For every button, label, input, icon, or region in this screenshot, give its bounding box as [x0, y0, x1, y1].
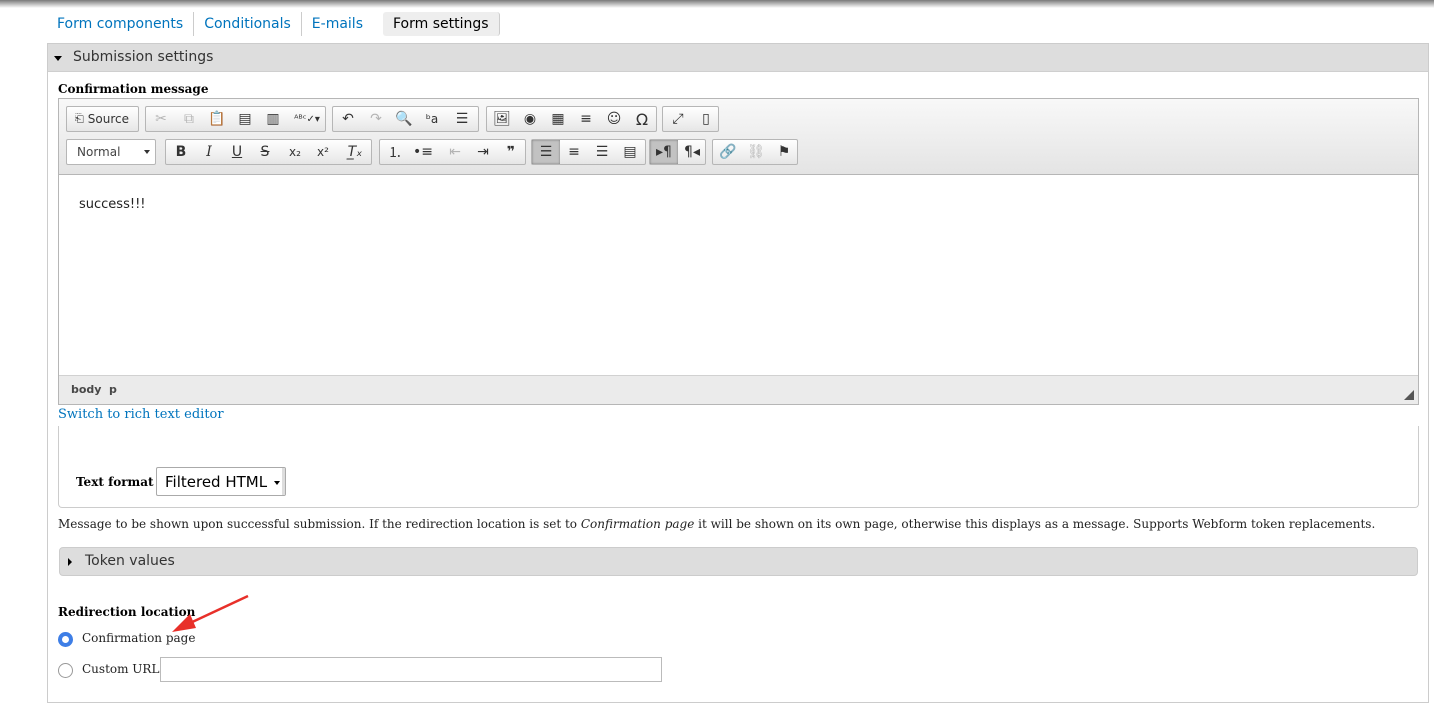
numbered-list-icon[interactable]: ⒈: [381, 140, 409, 164]
table-icon[interactable]: ▦: [544, 107, 572, 131]
toolbar-group-insert: 🖼 ◉ ▦ ≡ ☺ Ω: [486, 106, 657, 132]
underline-icon[interactable]: U: [223, 140, 251, 164]
format-combo-value: Normal: [77, 145, 121, 159]
link-icon[interactable]: 🔗: [714, 140, 742, 164]
format-combo[interactable]: Normal: [66, 139, 156, 165]
path-body[interactable]: body: [71, 383, 101, 396]
bulleted-list-icon[interactable]: •≡: [409, 140, 437, 164]
redirection-location-label: Redirection location: [58, 605, 196, 619]
text-format-value: Filtered HTML: [165, 473, 268, 491]
tab-form-components[interactable]: Form components: [47, 12, 195, 36]
find-icon[interactable]: 🔍: [390, 107, 418, 131]
custom-url-input[interactable]: [160, 657, 662, 682]
chevron-down-icon: [144, 150, 150, 154]
submission-settings-title: Submission settings: [73, 49, 214, 65]
indent-icon[interactable]: ⇥: [469, 140, 497, 164]
align-center-icon[interactable]: ≡: [560, 140, 588, 164]
italic-icon[interactable]: I: [195, 140, 223, 164]
paste-text-icon[interactable]: ▤: [231, 107, 259, 131]
superscript-icon[interactable]: x²: [309, 140, 337, 164]
remove-format-icon[interactable]: T̲ₓ: [341, 140, 369, 164]
toolbar-group-source: ⎗ Source: [66, 106, 139, 132]
description-emphasis: Confirmation page: [580, 517, 695, 531]
ltr-icon[interactable]: ▸¶: [650, 140, 678, 164]
unlink-icon[interactable]: ⛓: [742, 140, 770, 164]
description-text-end: it will be shown on its own page, otherw…: [694, 517, 1376, 531]
editor-toolbar: ⎗ Source ✂ ⧉ 📋 ▤ ▥ ᴬᴮᶜ✓▾ ↶ ↷ 🔍 ᵇa ☰ 🖼 ◉ …: [59, 99, 1418, 175]
toolbar-group-align: ☰ ≡ ☰ ▤: [531, 139, 646, 165]
token-values-title: Token values: [85, 553, 175, 569]
flash-icon[interactable]: ◉: [516, 107, 544, 131]
toolbar-group-direction: ▸¶ ¶◂: [649, 139, 706, 165]
confirmation-description: Message to be shown upon successful subm…: [58, 517, 1375, 531]
smiley-icon[interactable]: ☺: [600, 107, 628, 131]
confirmation-message-label: Confirmation message: [58, 82, 209, 96]
align-right-icon[interactable]: ☰: [588, 140, 616, 164]
outdent-icon[interactable]: ⇤: [441, 140, 469, 164]
spellcheck-icon[interactable]: ᴬᴮᶜ✓▾: [289, 107, 325, 131]
expand-triangle-icon: [68, 558, 72, 566]
bold-icon[interactable]: B: [167, 140, 195, 164]
text-format-label: Text format: [76, 475, 154, 489]
token-values-legend[interactable]: Token values: [59, 547, 1418, 576]
top-shadow: [0, 0, 1434, 8]
radio-custom-url[interactable]: [58, 663, 73, 678]
radio-confirmation-page[interactable]: [58, 632, 73, 647]
source-button[interactable]: ⎗ Source: [67, 107, 137, 131]
submission-settings-legend[interactable]: Submission settings: [48, 44, 1428, 72]
horizontal-line-icon[interactable]: ≡: [572, 107, 600, 131]
paste-word-icon[interactable]: ▥: [259, 107, 287, 131]
text-format-select[interactable]: Filtered HTML: [156, 467, 286, 496]
toolbar-group-links: 🔗 ⛓ ⚑: [712, 139, 798, 165]
toolbar-group-tools: ⤢ ▯: [662, 106, 719, 132]
select-edge: [282, 468, 285, 495]
align-left-icon[interactable]: ☰: [532, 140, 560, 164]
confirmation-page-label[interactable]: Confirmation page: [82, 631, 195, 645]
chevron-down-icon: [274, 481, 280, 485]
anchor-flag-icon[interactable]: ⚑: [770, 140, 798, 164]
rtl-icon[interactable]: ¶◂: [678, 140, 706, 164]
source-icon: ⎗: [74, 112, 84, 125]
select-all-icon[interactable]: ☰: [448, 107, 476, 131]
justify-icon[interactable]: ▤: [616, 140, 644, 164]
custom-url-label[interactable]: Custom URL:: [82, 662, 163, 676]
undo-icon[interactable]: ↶: [334, 107, 362, 131]
tab-conditionals[interactable]: Conditionals: [194, 12, 302, 36]
toolbar-group-clipboard: ✂ ⧉ 📋 ▤ ▥ ᴬᴮᶜ✓▾: [145, 106, 326, 132]
toolbar-group-undo: ↶ ↷ 🔍 ᵇa ☰: [332, 106, 479, 132]
editor-content-area[interactable]: success!!!: [59, 175, 1418, 375]
redo-icon[interactable]: ↷: [362, 107, 390, 131]
form-tabs: Form components Conditionals E-mails For…: [47, 12, 500, 36]
resize-handle-icon[interactable]: [1404, 390, 1414, 400]
paste-icon[interactable]: 📋: [203, 107, 231, 131]
path-p[interactable]: p: [109, 383, 117, 396]
blockquote-icon[interactable]: ❞: [497, 140, 525, 164]
cut-icon[interactable]: ✂: [147, 107, 175, 131]
maximize-icon[interactable]: ⤢: [664, 107, 692, 131]
editor-paragraph[interactable]: success!!!: [79, 197, 146, 212]
tab-emails[interactable]: E-mails: [302, 12, 373, 36]
copy-icon[interactable]: ⧉: [175, 107, 203, 131]
tab-form-settings[interactable]: Form settings: [382, 12, 500, 36]
collapse-triangle-icon: [54, 56, 62, 61]
subscript-icon[interactable]: x₂: [281, 140, 309, 164]
source-button-label: Source: [87, 112, 130, 126]
replace-icon[interactable]: ᵇa: [418, 107, 446, 131]
show-blocks-icon[interactable]: ▯: [692, 107, 720, 131]
editor-status-bar: body p: [59, 375, 1418, 404]
image-icon[interactable]: 🖼: [488, 107, 516, 131]
special-char-icon[interactable]: Ω: [628, 107, 656, 131]
strike-icon[interactable]: S: [251, 140, 279, 164]
switch-editor-link[interactable]: Switch to rich text editor: [58, 407, 224, 422]
description-text-start: Message to be shown upon successful subm…: [58, 517, 581, 531]
toolbar-group-lists: ⒈ •≡ ⇤ ⇥ ❞: [379, 139, 526, 165]
toolbar-group-basicstyles: B I U S x₂ x² T̲ₓ: [165, 139, 372, 165]
rich-text-editor: ⎗ Source ✂ ⧉ 📋 ▤ ▥ ᴬᴮᶜ✓▾ ↶ ↷ 🔍 ᵇa ☰ 🖼 ◉ …: [58, 98, 1419, 405]
